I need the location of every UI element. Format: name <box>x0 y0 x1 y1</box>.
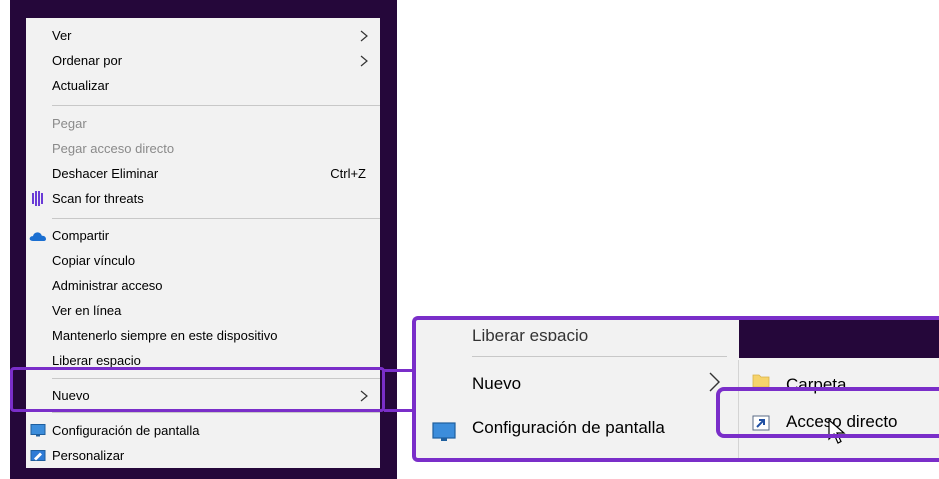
menu-item-label: Mantenerlo siempre en este dispositivo <box>52 328 278 343</box>
connector-line <box>384 409 414 412</box>
shield-scan-icon <box>32 191 43 206</box>
connector-line <box>384 369 414 372</box>
display-icon <box>30 424 46 437</box>
zoom-menu-item-configuracion-pantalla[interactable]: Configuración de pantalla <box>472 418 665 438</box>
menu-item-scan-for-threats[interactable]: Scan for threats <box>26 186 380 211</box>
menu-item-pegar: Pegar <box>26 111 380 136</box>
shortcut-text: Ctrl+Z <box>330 166 366 181</box>
zoom-liberar-espacio-label: Liberar espacio <box>472 329 589 341</box>
menu-item-mantenerlo-siempre[interactable]: Mantenerlo siempre en este dispositivo <box>26 323 380 348</box>
menu-item-label: Copiar vínculo <box>52 253 136 268</box>
menu-item-label: Scan for threats <box>52 191 144 206</box>
menu-item-label: Administrar acceso <box>52 278 163 293</box>
menu-separator <box>52 412 380 413</box>
menu-item-administrar-acceso[interactable]: Administrar acceso <box>26 273 380 298</box>
display-icon <box>432 422 456 441</box>
menu-item-compartir[interactable]: Compartir <box>26 223 380 248</box>
menu-item-label: Ver en línea <box>52 303 122 318</box>
menu-item-label: Pegar <box>52 116 87 131</box>
menu-item-ordenar-por[interactable]: Ordenar por <box>26 48 380 73</box>
menu-item-label: Ver <box>52 28 72 43</box>
menu-item-ver[interactable]: Ver <box>26 23 380 48</box>
onedrive-cloud-icon <box>29 232 46 241</box>
menu-item-actualizar[interactable]: Actualizar <box>26 73 380 98</box>
zoom-menu-item-nuevo[interactable]: Nuevo <box>472 374 521 394</box>
chevron-right-icon <box>360 30 368 42</box>
menu-item-label: Actualizar <box>52 78 110 93</box>
menu-separator <box>52 218 380 219</box>
menu-item-deshacer-eliminar[interactable]: Deshacer Eliminar Ctrl+Z <box>26 161 380 186</box>
menu-item-ver-en-linea[interactable]: Ver en línea <box>26 298 380 323</box>
zoom-desktop-background <box>739 320 939 358</box>
chevron-right-icon <box>360 55 368 67</box>
menu-item-label: Ordenar por <box>52 53 123 68</box>
menu-item-configuracion-pantalla[interactable]: Configuración de pantalla <box>26 418 380 443</box>
menu-separator <box>472 356 727 357</box>
menu-item-label: Deshacer Eliminar <box>52 166 159 181</box>
menu-item-label: Compartir <box>52 228 110 243</box>
nuevo-highlight-box <box>10 367 385 412</box>
menu-item-label: Configuración de pantalla <box>52 423 200 438</box>
personalize-icon <box>30 450 46 461</box>
folder-icon <box>752 374 770 388</box>
menu-item-copiar-vinculo[interactable]: Copiar vínculo <box>26 248 380 273</box>
menu-separator <box>52 105 380 106</box>
menu-item-pegar-acceso-directo: Pegar acceso directo <box>26 136 380 161</box>
menu-item-personalizar[interactable]: Personalizar <box>26 443 380 468</box>
menu-item-label: Personalizar <box>52 448 125 463</box>
menu-item-label: Pegar acceso directo <box>52 141 175 156</box>
acceso-directo-highlight-box <box>716 387 939 438</box>
